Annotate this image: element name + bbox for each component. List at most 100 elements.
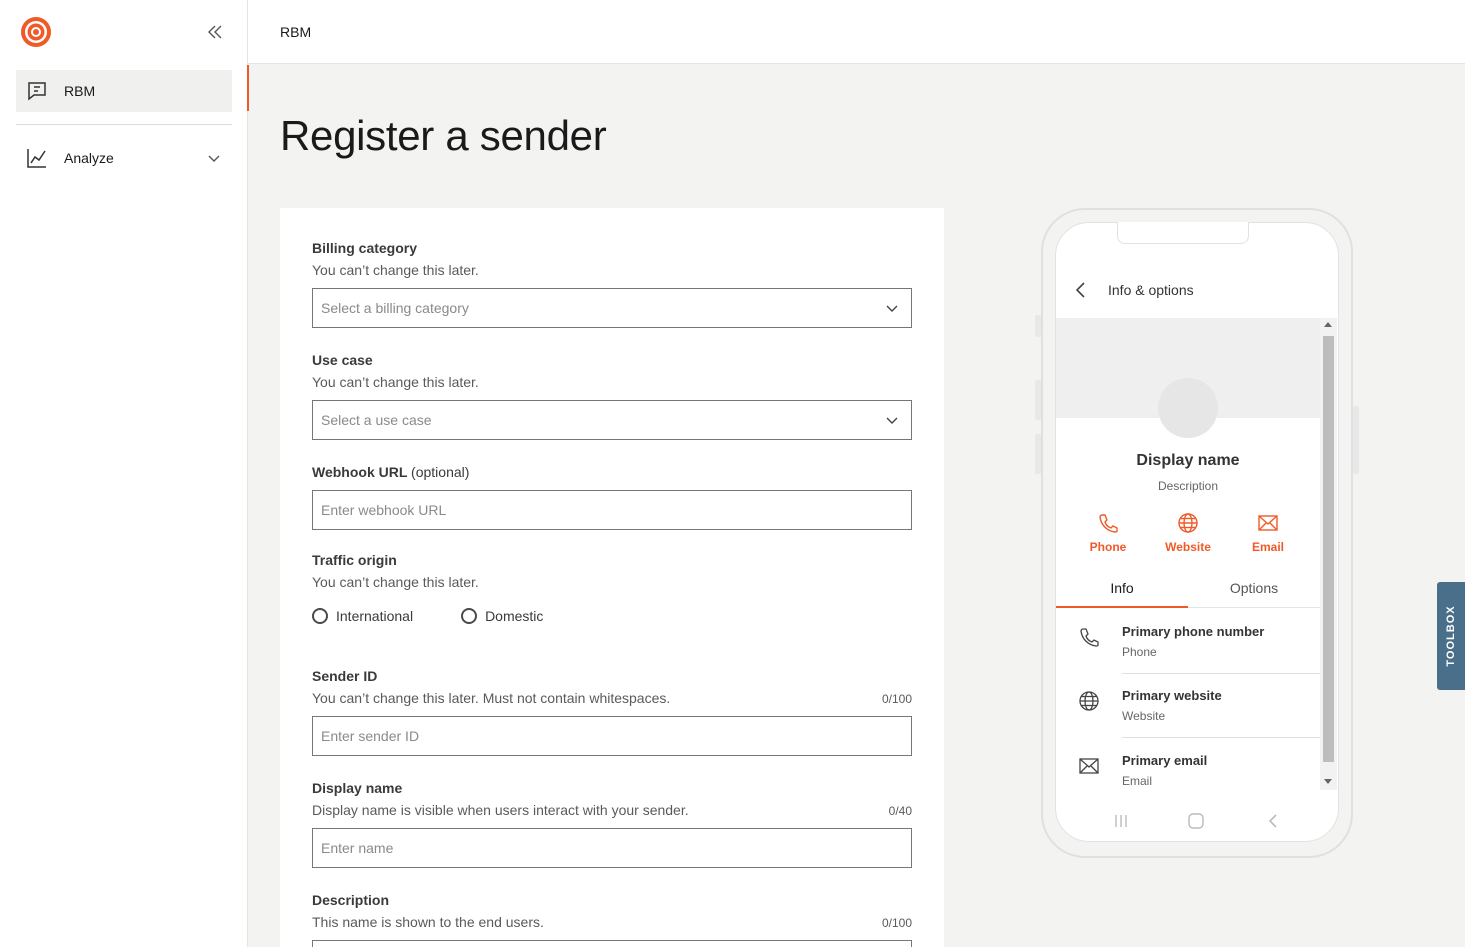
tab-options[interactable]: Options <box>1188 570 1320 608</box>
row-title: Primary phone number <box>1122 624 1265 639</box>
traffic-origin-radios: International Domestic <box>312 608 912 624</box>
chevron-down-icon <box>885 301 899 315</box>
toolbox-label: TOOLBOX <box>1445 605 1457 667</box>
description-field: Description This name is shown to the en… <box>312 892 912 947</box>
phone-nav-bar <box>1056 806 1338 836</box>
preview-avatar <box>1158 378 1218 438</box>
preview-description: Description <box>1157 479 1219 493</box>
sidebar-item-label: RBM <box>64 83 96 99</box>
preview-header-title: Info & options <box>1108 282 1194 298</box>
top-bar: RBM <box>248 0 1465 64</box>
toolbox-tab[interactable]: TOOLBOX <box>1437 582 1465 690</box>
help-text: This name is shown to the end users. <box>312 914 544 930</box>
field-label: Traffic origin <box>312 552 397 568</box>
row-divider <box>1122 737 1320 738</box>
billing-category-select[interactable]: Select a billing category <box>312 288 912 328</box>
globe-icon <box>1177 512 1199 534</box>
preview-display-name: Display name <box>1136 452 1240 469</box>
field-help: Display name is visible when users inter… <box>312 802 912 818</box>
preview-row-website[interactable]: Primary website Website <box>1056 674 1320 738</box>
tab-info[interactable]: Info <box>1056 570 1188 608</box>
preview-row-email[interactable]: Primary email Email <box>1056 739 1320 791</box>
preview-row-phone[interactable]: Primary phone number Phone <box>1056 610 1320 674</box>
phone-side-button <box>1035 315 1041 337</box>
home-icon[interactable] <box>1187 812 1205 830</box>
field-label: Description <box>312 892 390 908</box>
row-title: Primary email <box>1122 753 1208 768</box>
collapse-sidebar-icon[interactable] <box>204 22 226 42</box>
webhook-url-field: Webhook URL (optional) Enter webhook URL <box>312 464 912 530</box>
phone-notch <box>1117 222 1249 244</box>
help-text: You can’t change this later. Must not co… <box>312 690 671 706</box>
recent-apps-icon[interactable] <box>1112 812 1130 830</box>
breadcrumb: RBM <box>280 24 312 40</box>
row-subtitle: Email <box>1122 774 1153 788</box>
row-subtitle: Phone <box>1122 645 1157 659</box>
globe-icon <box>1078 690 1100 712</box>
radio-domestic[interactable]: Domestic <box>461 608 543 624</box>
sidebar: RBM Analyze <box>0 0 248 947</box>
register-form-card: Billing category You can’t change this l… <box>280 208 944 947</box>
field-help: You can’t change this later. <box>312 262 479 278</box>
row-subtitle: Website <box>1122 709 1166 723</box>
scroll-down-arrow-icon[interactable] <box>1324 779 1332 784</box>
preview-action-website[interactable]: Website <box>1148 512 1228 554</box>
sidebar-item-analyze[interactable]: Analyze <box>16 137 232 179</box>
display-name-field: Display name Display name is visible whe… <box>312 780 912 868</box>
phone-side-button <box>1035 434 1041 474</box>
radio-international[interactable]: International <box>312 608 413 624</box>
webhook-url-input[interactable]: Enter webhook URL <box>312 490 912 530</box>
field-label: Use case <box>312 352 373 368</box>
field-label: Billing category <box>312 240 418 256</box>
phone-side-button <box>1035 380 1041 420</box>
back-arrow-icon[interactable] <box>1074 280 1088 300</box>
description-input[interactable] <box>312 940 912 947</box>
field-help: You can’t change this later. <box>312 574 479 590</box>
select-placeholder: Select a use case <box>321 412 432 428</box>
preview-header: Info & options <box>1056 270 1338 310</box>
preview-scrollbar-thumb[interactable] <box>1323 336 1334 762</box>
radio-label: Domestic <box>485 608 544 624</box>
field-help: You can’t change this later. Must not co… <box>312 690 912 706</box>
sender-id-input[interactable]: Enter sender ID <box>312 716 912 756</box>
input-placeholder: Enter webhook URL <box>321 502 447 518</box>
chevron-down-icon <box>206 150 222 166</box>
nav-back-icon[interactable] <box>1264 812 1282 830</box>
field-label: Display name <box>312 780 403 796</box>
action-label: Phone <box>1089 540 1127 554</box>
field-label: Webhook URL (optional) <box>312 464 912 480</box>
scroll-up-arrow-icon[interactable] <box>1324 322 1332 327</box>
char-counter: 0/100 <box>881 916 912 930</box>
field-label: Sender ID <box>312 668 378 684</box>
optional-tag: (optional) <box>411 464 470 480</box>
phone-icon <box>1078 626 1100 648</box>
preview-tabs: Info Options <box>1056 570 1320 608</box>
billing-category-field: Billing category You can’t change this l… <box>312 240 912 328</box>
brand-logo-icon[interactable] <box>20 16 52 48</box>
input-placeholder: Enter sender ID <box>321 728 420 744</box>
preview-action-email[interactable]: Email <box>1228 512 1308 554</box>
radio-circle[interactable] <box>461 608 478 624</box>
help-text: Display name is visible when users inter… <box>312 802 689 818</box>
char-counter: 0/100 <box>881 692 912 706</box>
sidebar-divider <box>16 124 232 125</box>
action-label: Email <box>1251 540 1284 554</box>
sidebar-item-label: Analyze <box>64 150 114 166</box>
use-case-select[interactable]: Select a use case <box>312 400 912 440</box>
traffic-origin-field: Traffic origin You can’t change this lat… <box>312 552 912 624</box>
sender-id-field: Sender ID You can’t change this later. M… <box>312 668 912 756</box>
phone-side-button <box>1353 406 1359 474</box>
char-counter: 0/40 <box>888 804 912 818</box>
chart-line-icon <box>26 147 48 169</box>
radio-label: International <box>336 608 414 624</box>
radio-circle[interactable] <box>312 608 328 624</box>
field-help: This name is shown to the end users. 0/1… <box>312 914 912 930</box>
chevron-down-icon <box>885 413 899 427</box>
display-name-input[interactable]: Enter name <box>312 828 912 868</box>
use-case-field: Use case You can’t change this later. Se… <box>312 352 912 440</box>
preview-action-phone[interactable]: Phone <box>1068 512 1148 554</box>
action-label: Website <box>1165 540 1211 554</box>
webhook-label: Webhook URL <box>312 464 408 480</box>
sidebar-item-rbm[interactable]: RBM <box>16 70 232 112</box>
page-title: Register a sender <box>280 112 607 159</box>
